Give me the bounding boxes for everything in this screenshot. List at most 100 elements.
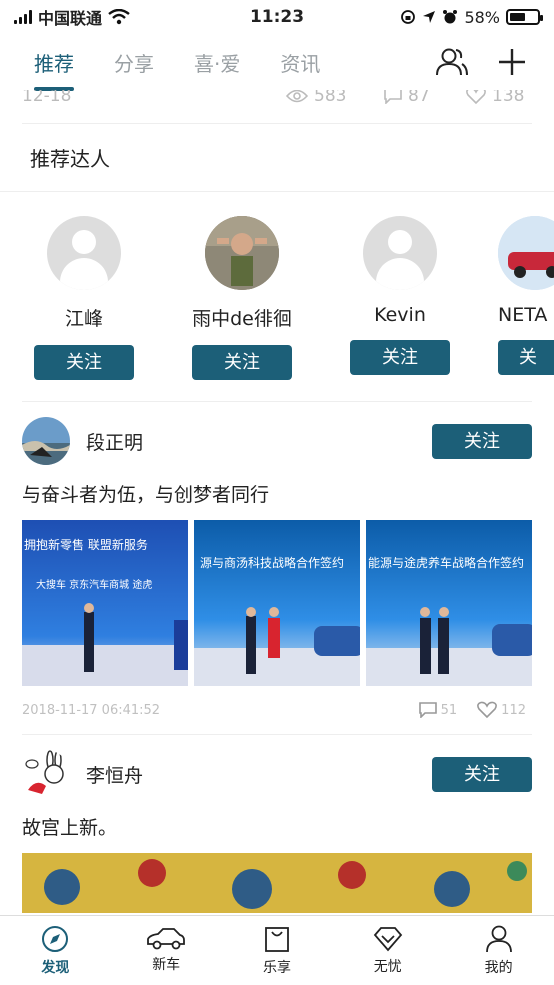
follow-button[interactable]: 关注 xyxy=(432,424,532,459)
contacts-button[interactable] xyxy=(434,44,470,80)
post-image[interactable] xyxy=(22,853,532,913)
expert-name: 雨中de徘徊 xyxy=(192,308,292,330)
image-banner-text: 源与商汤科技战略合作签约 xyxy=(200,556,345,570)
avatar[interactable] xyxy=(205,216,279,290)
users-icon xyxy=(436,48,468,76)
peek-date: 12-18 xyxy=(22,90,72,106)
top-nav: 推荐 分享 喜·爱 资讯 xyxy=(0,34,554,91)
bottom-tab-bar: 发现 新车 乐享 无忧 我的 xyxy=(0,915,554,985)
tab-label: 新车 xyxy=(152,956,181,973)
status-right: 58% xyxy=(400,7,543,27)
expert-carousel[interactable]: 江峰 关注 雨中de徘徊 关注 Kevin 关注 NETA 关 xyxy=(22,192,554,402)
avatar[interactable] xyxy=(22,750,70,798)
image-sub-text: 大搜车 京东汽车商城 途虎 xyxy=(36,580,153,591)
post-images: 拥抱新零售 联盟新服务 大搜车 京东汽车商城 途虎 源与商汤科技战略合作签约 能… xyxy=(22,520,532,686)
comment-count-button[interactable]: 51 xyxy=(418,702,458,718)
post-card[interactable]: 段正明 关注 与奋斗者为伍，与创梦者同行 拥抱新零售 联盟新服务 大搜车 京东汽… xyxy=(22,402,532,735)
tab-label: 我的 xyxy=(484,959,513,976)
partnership-image xyxy=(366,520,532,686)
peek-views-count: 583 xyxy=(314,90,347,106)
expert-card[interactable]: 江峰 关注 xyxy=(24,216,144,380)
follow-button[interactable]: 关注 xyxy=(34,345,134,380)
battery-percent: 58% xyxy=(464,7,500,27)
avatar[interactable] xyxy=(22,417,70,465)
post-header: 李恒舟 关注 xyxy=(22,735,532,813)
signing-ceremony-image xyxy=(194,520,360,686)
tab-label: 发现 xyxy=(41,959,70,976)
section-title-recommended-experts: 推荐达人 xyxy=(0,124,554,192)
heart-icon xyxy=(466,90,486,105)
post-timestamp: 2018-11-17 06:41:52 xyxy=(22,702,161,718)
tab-mine[interactable]: 我的 xyxy=(443,916,554,985)
plus-icon xyxy=(499,49,525,75)
tab-worry-free[interactable]: 无忧 xyxy=(332,916,443,985)
bag-icon xyxy=(265,926,289,952)
peek-comments-count: 87 xyxy=(408,90,430,106)
expert-card[interactable]: Kevin 关注 xyxy=(340,216,460,375)
peek-comments: 87 xyxy=(384,90,430,106)
cartoon-rabbit-avatar xyxy=(22,750,70,798)
image-banner-text: 拥抱新零售 联盟新服务 xyxy=(24,538,148,552)
tab-news[interactable]: 资讯 xyxy=(280,48,320,77)
rotation-lock-icon xyxy=(401,10,416,24)
status-left: 中国联通 xyxy=(14,5,130,29)
car-icon xyxy=(147,927,186,949)
post-text: 与奋斗者为伍，与创梦者同行 xyxy=(22,484,270,506)
post-text: 故宫上新。 xyxy=(22,817,118,839)
avatar[interactable] xyxy=(363,216,437,290)
tab-share[interactable]: 分享 xyxy=(114,48,154,77)
post-meta: 2018-11-17 06:41:52 51 112 xyxy=(22,686,532,734)
alarm-icon xyxy=(443,10,458,24)
author-name[interactable]: 李恒舟 xyxy=(86,761,143,788)
previous-post-footer: 12-18 583 87 138 xyxy=(22,90,532,124)
post-card[interactable]: 李恒舟 关注 故宫上新。 xyxy=(22,735,532,913)
expert-card[interactable]: NETA 关 xyxy=(498,216,554,375)
expert-card[interactable]: 雨中de徘徊 关注 xyxy=(182,216,302,380)
tab-recommend[interactable]: 推荐 xyxy=(34,48,74,91)
post-header: 段正明 关注 xyxy=(22,402,532,480)
landscape-avatar xyxy=(22,417,70,465)
eye-icon xyxy=(286,90,308,103)
tab-label: 乐享 xyxy=(262,959,291,976)
follow-button[interactable]: 关注 xyxy=(192,345,292,380)
follow-button[interactable]: 关注 xyxy=(432,757,532,792)
comment-icon xyxy=(384,90,402,104)
battery-level xyxy=(510,13,526,21)
post-image[interactable]: 能源与途虎养车战略合作签约 xyxy=(366,520,532,686)
like-count-button[interactable]: 112 xyxy=(477,701,526,719)
expert-name: Kevin xyxy=(374,304,426,326)
car-photo-avatar xyxy=(498,216,554,290)
add-button[interactable] xyxy=(494,44,530,80)
feed[interactable]: 12-18 583 87 138 推荐达人 江峰 关注 雨中de徘徊 关注 Ke… xyxy=(0,90,554,915)
peek-likes: 138 xyxy=(466,90,524,106)
tab-label: 无忧 xyxy=(373,958,402,975)
follow-button[interactable]: 关注 xyxy=(350,340,450,375)
peek-views: 583 xyxy=(286,90,346,106)
author-name[interactable]: 段正明 xyxy=(86,428,143,455)
comment-count: 51 xyxy=(440,702,458,718)
post-image[interactable]: 源与商汤科技战略合作签约 xyxy=(194,520,360,686)
tab-enjoy[interactable]: 乐享 xyxy=(222,916,333,985)
peek-likes-count: 138 xyxy=(492,90,525,106)
tab-discover[interactable]: 发现 xyxy=(0,916,111,985)
post-image[interactable]: 拥抱新零售 联盟新服务 大搜车 京东汽车商城 途虎 xyxy=(22,520,188,686)
wifi-icon xyxy=(108,9,130,25)
compass-icon xyxy=(42,925,69,952)
expert-name: 江峰 xyxy=(64,308,103,330)
avatar[interactable] xyxy=(47,216,121,290)
status-bar: 中国联通 11:23 58% xyxy=(0,0,554,34)
comment-icon xyxy=(418,702,437,718)
like-count: 112 xyxy=(501,702,526,718)
child-photo-avatar xyxy=(205,216,279,290)
battery-icon xyxy=(506,9,543,25)
palace-pattern-image xyxy=(22,853,532,913)
location-icon xyxy=(423,11,436,23)
tab-new-car[interactable]: 新车 xyxy=(111,916,222,985)
carrier-label: 中国联通 xyxy=(38,9,103,28)
person-icon xyxy=(485,925,512,952)
tab-love[interactable]: 喜·爱 xyxy=(194,48,240,77)
follow-button[interactable]: 关 xyxy=(498,340,554,375)
avatar[interactable] xyxy=(498,216,554,290)
diamond-icon xyxy=(373,926,402,951)
expert-name: NETA xyxy=(498,304,548,326)
